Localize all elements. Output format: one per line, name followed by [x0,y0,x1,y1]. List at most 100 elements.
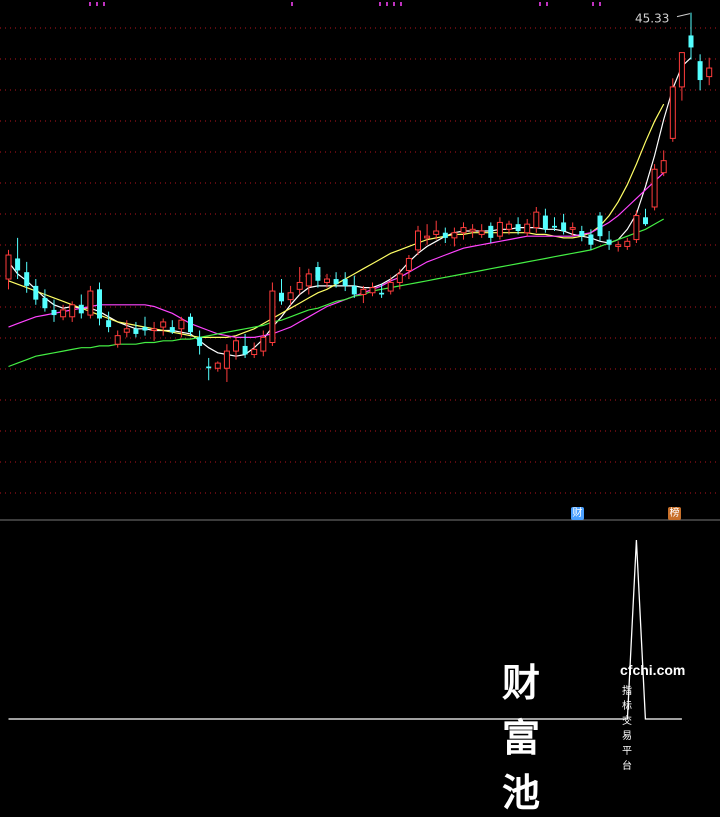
candle [542,208,548,233]
candle-body [223,350,230,369]
indicator-line [8,539,682,720]
candle-body [678,52,685,88]
candle [579,225,585,242]
candle [643,208,648,226]
candle-body [433,230,440,235]
candlesticks [5,12,713,382]
ma-line-2 [8,103,665,338]
cai-marker: 财 [571,507,584,520]
candle-body [542,215,548,230]
candle-body [51,309,57,316]
candle [169,320,175,334]
candle-body [369,287,376,294]
candle-body [606,239,612,245]
candle [69,301,76,322]
candle [42,289,48,312]
candle-body [424,235,431,239]
candle-body [142,327,148,331]
candle-body [287,292,294,301]
candle-body [97,289,102,319]
watermark-tagline: 指标交易平台 [622,686,632,772]
candle [660,150,667,177]
candle-body [24,272,30,286]
candle-body [15,258,21,271]
candle [442,227,448,244]
candle-body [269,290,276,344]
candle-body [533,211,540,229]
candle-body [78,304,84,314]
candle-body [561,222,567,232]
candle [706,57,713,86]
candle-body [451,232,458,239]
max-price-annotation: 45.33 [635,12,691,26]
candle [496,217,503,240]
candle [260,330,267,357]
stock-chart: 45.33 [0,2,720,720]
candle-body [114,335,121,345]
candle-body [387,281,394,292]
candle-body [60,309,67,318]
candle [415,225,421,256]
candle-body [624,240,631,247]
candle-body [42,297,48,309]
watermark-brand: 财富池 [502,661,542,815]
candle [78,294,84,319]
candle [5,249,12,290]
candle-body [379,292,385,295]
ma-line-4 [8,218,664,368]
candle-body [669,86,676,139]
candle-body [315,267,321,281]
candle-body [396,273,403,283]
candle [697,54,703,91]
candle [342,272,348,292]
candle-body [242,345,248,355]
candle [106,311,112,333]
candle-body [660,160,667,174]
candle [296,267,303,295]
candle-body [515,224,521,232]
candle [223,344,230,382]
candle [405,255,412,280]
candle [315,261,321,288]
candle-body [488,225,494,238]
candle-body [305,273,312,287]
candle [87,285,94,319]
candle-body [151,328,158,332]
candle-body [643,217,648,225]
moving-average-lines [8,57,692,368]
candle [360,285,367,304]
watermark-url: cfchi.com [620,662,686,678]
candle-body [33,285,39,300]
candle-body [233,340,239,352]
candle [433,220,440,240]
candle [624,237,631,250]
max-price-label: 45.33 [635,12,669,26]
candle-body [133,328,139,334]
candle [688,12,694,60]
candle-body [197,337,203,346]
candle [451,227,458,247]
candle [33,279,39,305]
candle [305,268,312,295]
candle-body [5,254,12,280]
candle [15,237,21,280]
candle [133,321,139,338]
candle-body [333,279,339,285]
candle-body [579,231,585,237]
candle [633,210,640,244]
candle-body [169,327,175,333]
candle-body [324,278,330,283]
candle [188,313,193,336]
candle-body [214,362,221,369]
top-tick-marks [89,2,601,6]
bang-marker: 榜 [668,507,681,520]
candle-body [405,257,412,271]
candle-body [160,321,167,328]
candle-body [569,227,576,230]
candle [606,231,612,250]
candle-body [178,319,185,330]
candle [469,224,476,238]
candle [97,282,102,326]
candle-body [87,290,94,316]
candle-body [615,244,622,247]
